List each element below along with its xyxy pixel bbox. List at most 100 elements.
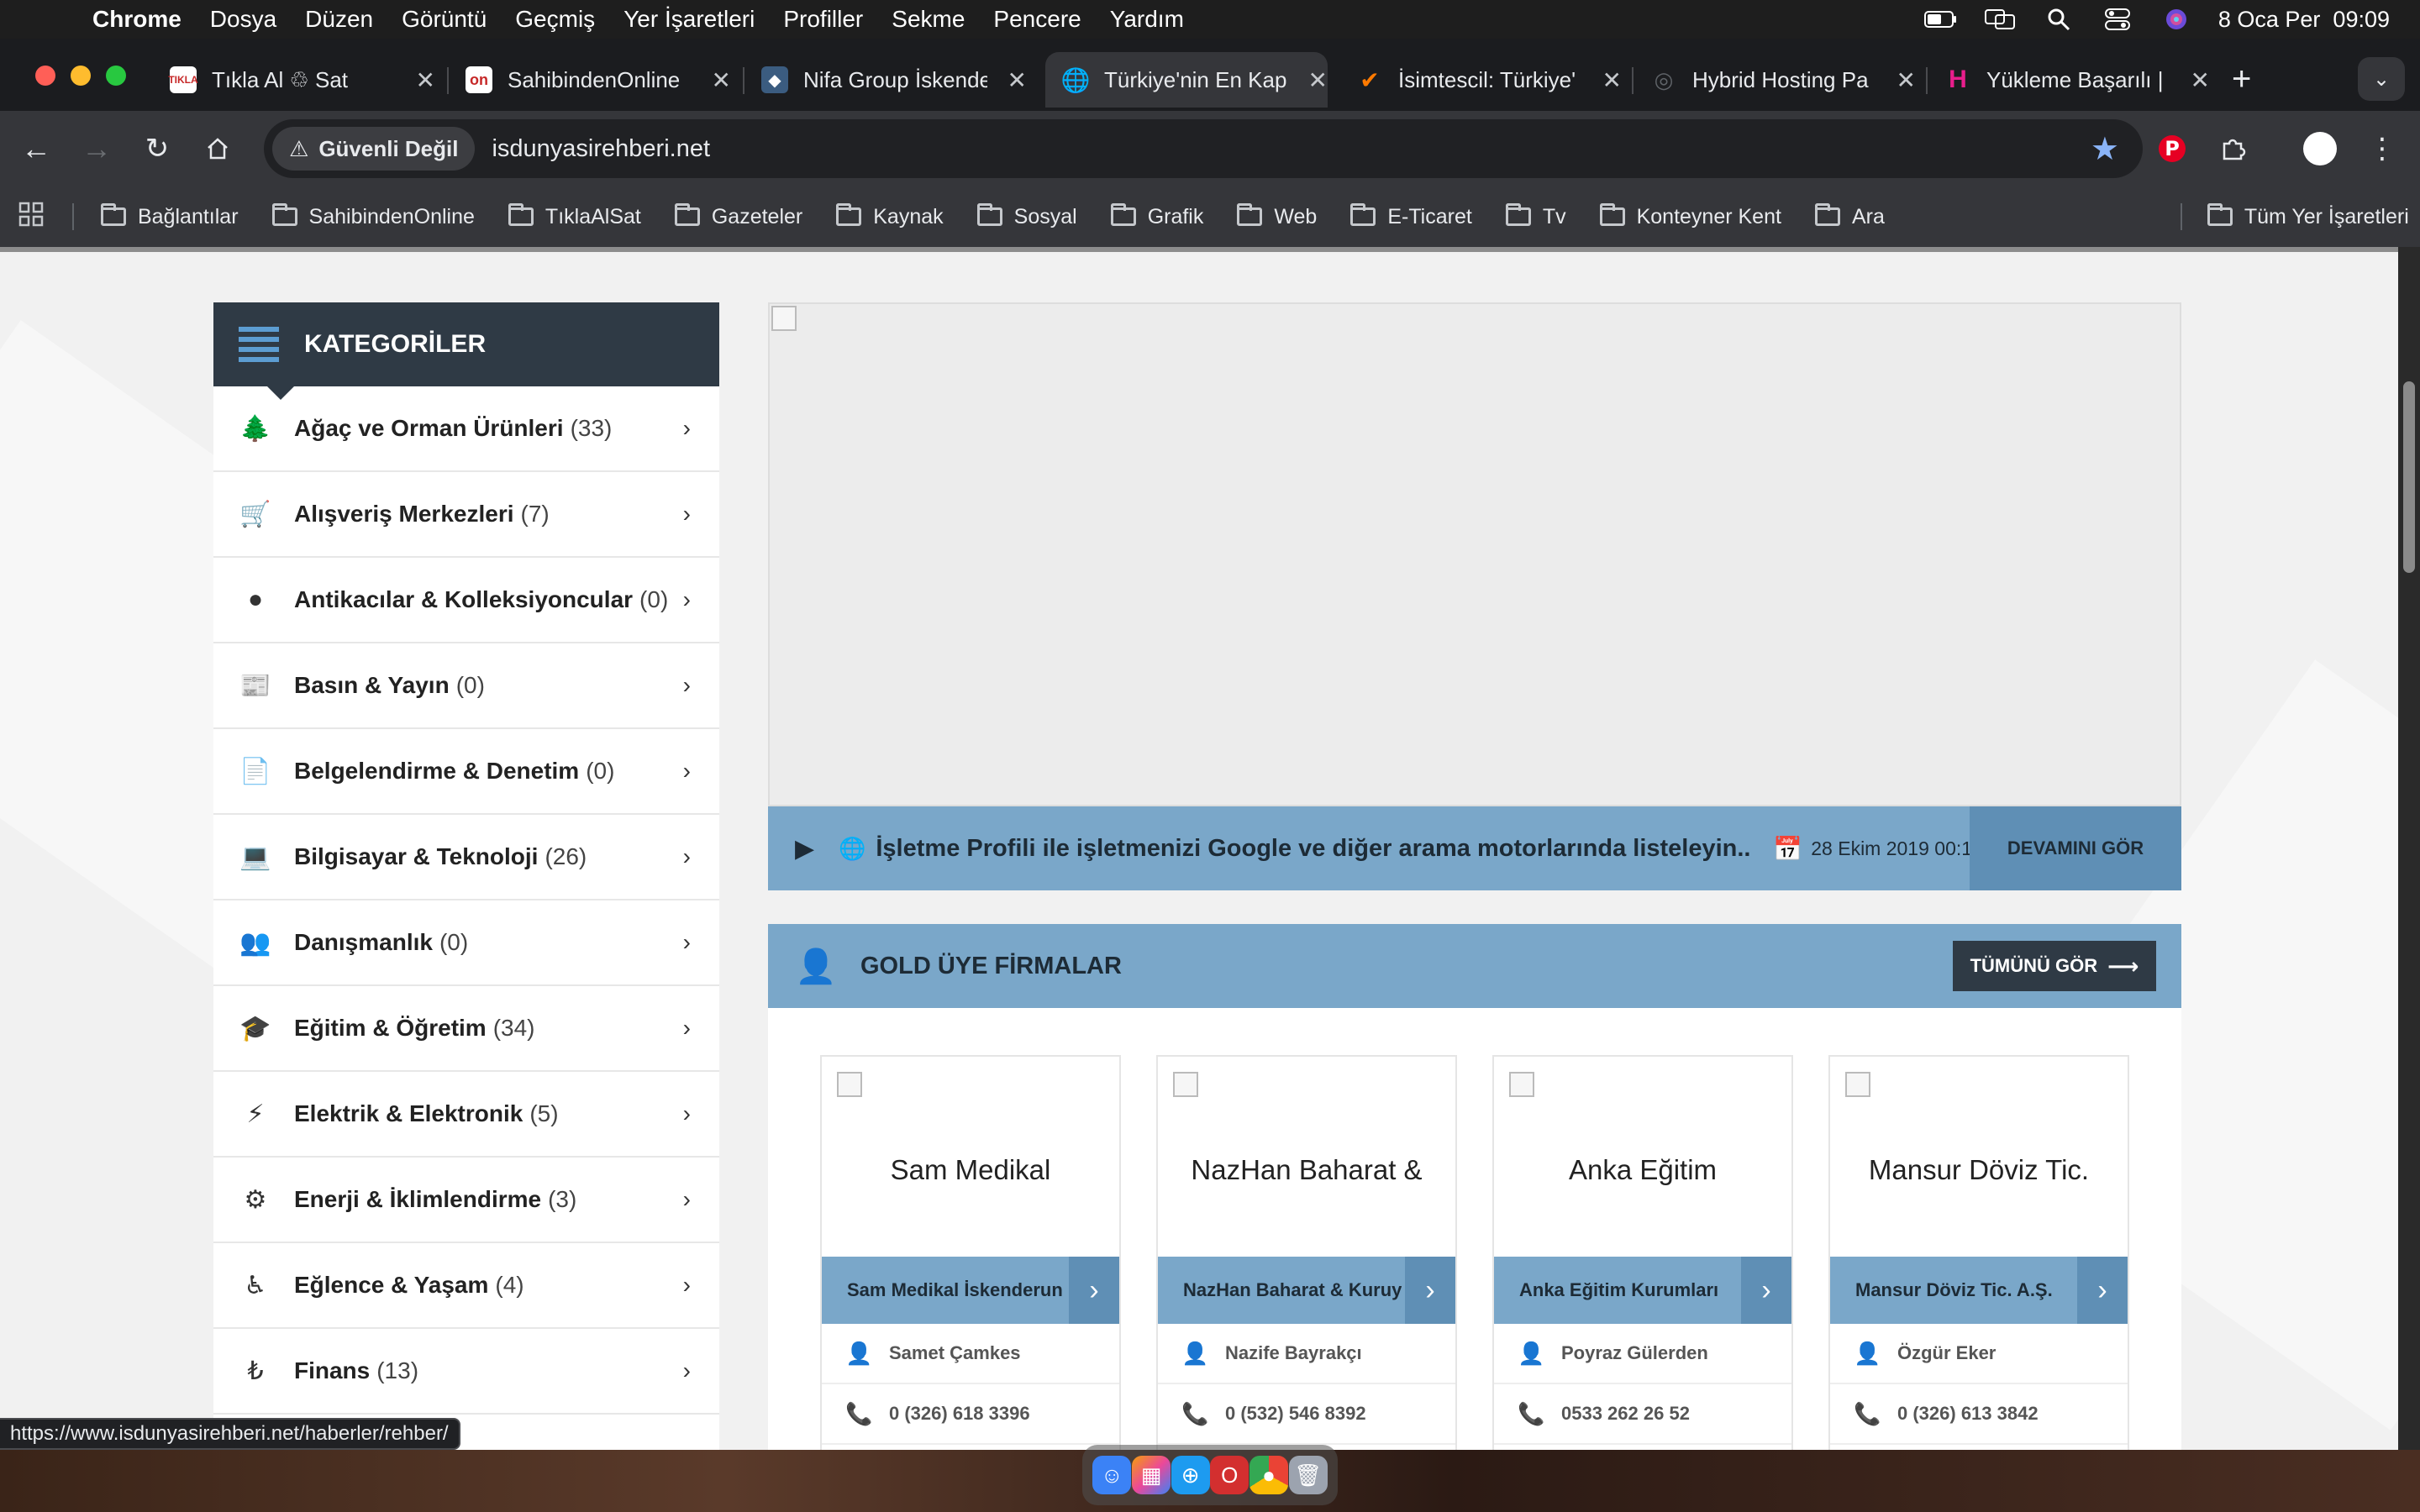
tab-isimtescil[interactable]: ✔ İsimtescil: Türkiye' ✕ [1339,52,1622,108]
close-tab-icon[interactable]: ✕ [416,66,435,94]
bookmark-folder-sahibindenonline[interactable]: SahibindenOnline [271,203,475,229]
close-tab-icon[interactable]: ✕ [712,66,731,94]
menu-bar-clock[interactable]: 8 Oca Per 09:09 [2218,7,2390,33]
apps-grid-icon[interactable] [18,202,47,233]
opera-icon[interactable]: O [1210,1456,1249,1494]
reload-button[interactable]: ↻ [134,126,180,171]
category-item[interactable]: ₺ Finans (13) › [213,1329,719,1415]
firm-card[interactable]: Sam Medikal Sam Medikal İskenderun › 👤 S… [820,1055,1121,1450]
category-item[interactable]: 💻 Bilgisayar & Teknoloji (26) › [213,815,719,900]
firm-link-bar[interactable]: NazHan Baharat & Kuruyemiş › [1158,1257,1455,1324]
safari-icon[interactable]: ⊕ [1171,1456,1210,1494]
menu-profiller[interactable]: Profiller [783,6,863,33]
scrollbar-thumb[interactable] [2403,381,2415,573]
menu-sekme[interactable]: Sekme [892,6,965,33]
phone-number[interactable]: 0 (326) 613 3842 [1897,1403,2039,1425]
control-center-icon[interactable] [2101,7,2134,32]
tab-hybrid-hosting[interactable]: ◎ Hybrid Hosting Pa ✕ [1634,52,1916,108]
menu-yardim[interactable]: Yardım [1110,6,1184,33]
category-item[interactable]: ● Antikacılar & Kolleksiyoncular (0) › [213,558,719,643]
bookmark-folder-e-ticaret[interactable]: E-Ticaret [1350,203,1472,229]
news-headline[interactable]: İşletme Profili ile işletmenizi Google v… [876,835,1749,863]
category-item[interactable]: 👥 Danışmanlık (0) › [213,900,719,986]
play-icon[interactable]: ▶ [795,834,820,864]
category-item[interactable]: 🎓 Eğitim & Öğretim (34) › [213,986,719,1072]
bookmark-folder-sosyal[interactable]: Sosyal [976,203,1077,229]
back-button[interactable]: ← [13,126,59,171]
address-bar[interactable]: ⚠ Güvenli Değil isdunyasirehberi.net ★ [264,119,2143,178]
firm-card[interactable]: Anka Eğitim Anka Eğitim Kurumları › 👤 Po… [1492,1055,1793,1450]
tab-nifa-group[interactable]: ◆ Nifa Group İskende ✕ [744,52,1027,108]
firm-link-bar[interactable]: Anka Eğitim Kurumları › [1494,1257,1791,1324]
siri-icon[interactable] [2160,7,2193,32]
zoom-window-button[interactable] [106,66,126,86]
bookmark-folder-gazeteler[interactable]: Gazeteler [674,203,802,229]
firm-name[interactable]: Sam Medikal [822,1154,1119,1186]
home-button[interactable] [195,126,240,171]
phone-number[interactable]: 0533 262 26 52 [1561,1403,1690,1425]
finder-icon[interactable]: ☺ [1092,1456,1132,1494]
bookmark-folder-web[interactable]: Web [1237,203,1317,229]
forward-button[interactable]: → [74,126,119,171]
firm-card[interactable]: Mansur Döviz Tic. Mansur Döviz Tic. A.Ş.… [1828,1055,2129,1450]
firm-link-bar[interactable]: Sam Medikal İskenderun › [822,1257,1119,1324]
bookmark-folder-kaynak[interactable]: Kaynak [836,203,944,229]
chevron-right-icon[interactable]: › [2077,1257,2128,1324]
tab-active-isdunyasi[interactable]: 🌐 Türkiye'nin En Kap ✕ [1045,52,1328,108]
close-tab-icon[interactable]: ✕ [1602,66,1622,94]
profile-avatar[interactable] [2297,126,2343,171]
screen-mirroring-icon[interactable] [1983,7,2017,32]
menu-dosya[interactable]: Dosya [210,6,276,33]
firm-name[interactable]: Mansur Döviz Tic. [1830,1154,2128,1186]
category-item[interactable]: 🌲 Ağaç ve Orman Ürünleri (33) › [213,386,719,472]
security-chip[interactable]: ⚠ Güvenli Değil [272,127,476,171]
close-tab-icon[interactable]: ✕ [1897,66,1916,94]
menu-yer-isaretleri[interactable]: Yer İşaretleri [623,6,755,33]
see-all-button[interactable]: TÜMÜNÜ GÖR ⟶ [1953,941,2156,991]
category-item[interactable]: ⚡ Elektrik & Elektronik (5) › [213,1072,719,1158]
category-item[interactable]: 🛒 Alışveriş Merkezleri (7) › [213,472,719,558]
close-tab-icon[interactable]: ✕ [1007,66,1027,94]
new-tab-button[interactable]: + [2232,62,2251,96]
close-window-button[interactable] [35,66,55,86]
all-bookmarks-folder[interactable]: Tüm Yer İşaretleri [2207,203,2409,229]
close-tab-icon[interactable]: ✕ [2191,66,2210,94]
category-item[interactable]: ♿ Eğlence & Yaşam (4) › [213,1243,719,1329]
phone-number[interactable]: 0 (532) 546 8392 [1225,1403,1366,1425]
firm-name[interactable]: Anka Eğitim [1494,1154,1791,1186]
chevron-right-icon[interactable]: › [1405,1257,1455,1324]
phone-number[interactable]: 0 (326) 618 3396 [889,1403,1030,1425]
menu-duzen[interactable]: Düzen [305,6,373,33]
close-tab-icon[interactable]: ✕ [1308,66,1328,94]
chevron-right-icon[interactable]: › [1069,1257,1119,1324]
firm-link-bar[interactable]: Mansur Döviz Tic. A.Ş. › [1830,1257,2128,1324]
menu-pencere[interactable]: Pencere [993,6,1081,33]
bookmark-folder-ara[interactable]: Ara [1814,203,1885,229]
bookmark-folder-grafik[interactable]: Grafik [1110,203,1203,229]
trash-icon[interactable]: 🗑 [1288,1456,1328,1494]
bookmark-folder-konteyner-kent[interactable]: Konteyner Kent [1599,203,1781,229]
page-scrollbar[interactable] [2398,247,2420,1450]
spotlight-search-icon[interactable] [2042,7,2075,32]
pinterest-extension-icon[interactable]: P [2149,126,2195,171]
tab-sahibindenonline[interactable]: on SahibindenOnline ✕ [449,52,731,108]
bookmark-folder-tiklaalsat[interactable]: TıklaAlSat [508,203,641,229]
firm-card[interactable]: NazHan Baharat & NazHan Baharat & Kuruye… [1156,1055,1457,1450]
read-more-button[interactable]: DEVAMINI GÖR [1970,806,2181,890]
minimize-window-button[interactable] [71,66,91,86]
category-item[interactable]: 📄 Belgelendirme & Denetim (0) › [213,729,719,815]
firm-name[interactable]: NazHan Baharat & [1158,1154,1455,1186]
category-item[interactable]: 📰 Basın & Yayın (0) › [213,643,719,729]
bookmark-folder-baglantilar[interactable]: Bağlantılar [101,203,239,229]
battery-icon[interactable] [1923,7,1958,32]
bookmark-folder-tv[interactable]: Tv [1505,203,1566,229]
extensions-puzzle-icon[interactable] [2210,126,2255,171]
launchpad-icon[interactable]: ▦ [1131,1456,1171,1494]
category-item[interactable]: ⚙ Enerji & İklimlendirme (3) › [213,1158,719,1243]
menu-goruntu[interactable]: Görüntü [402,6,487,33]
slider-image-area[interactable] [768,302,2181,806]
chrome-icon[interactable]: ● [1249,1456,1288,1494]
chevron-right-icon[interactable]: › [1741,1257,1791,1324]
chrome-menu-icon[interactable]: ⋮ [2360,126,2405,171]
tab-yukleme-basarili[interactable]: H Yükleme Başarılı | ✕ [1928,52,2210,108]
